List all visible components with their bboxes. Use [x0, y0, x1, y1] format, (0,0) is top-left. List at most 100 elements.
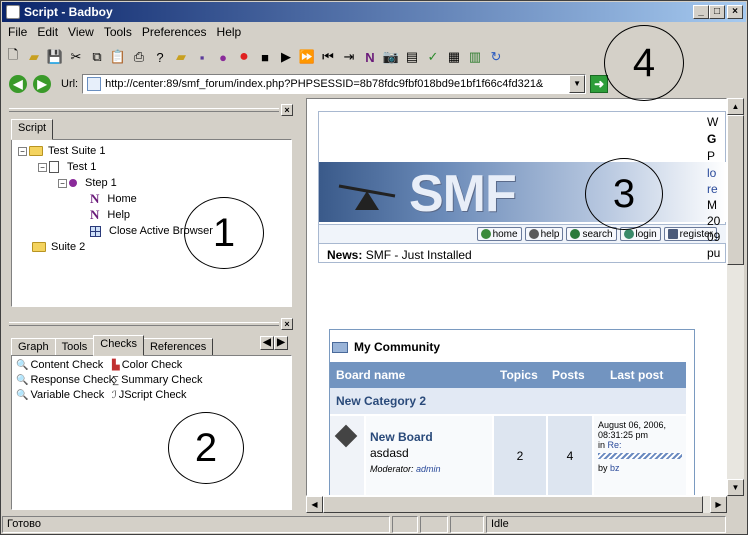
play-all-icon[interactable]: ⏩ [297, 46, 317, 68]
save-icon[interactable]: 💾 [45, 46, 65, 68]
form-icon[interactable]: ▤ [402, 46, 422, 68]
stop-icon[interactable]: ■ [255, 46, 275, 68]
tab-checks[interactable]: Checks [93, 335, 144, 356]
col-board-name: Board name [336, 368, 406, 382]
tab-graph[interactable]: Graph [11, 338, 56, 356]
graph-icon[interactable]: ▥ [465, 46, 485, 68]
tab-scroll-left-icon[interactable]: ◀ [260, 336, 274, 350]
tree-suite-1[interactable]: − Test Suite 1 [18, 143, 105, 159]
tree-test-1[interactable]: − Test 1 [38, 159, 96, 175]
right-col-link[interactable]: lo [707, 166, 716, 180]
scroll-thumb[interactable] [323, 496, 703, 513]
search-link-label: search [582, 228, 613, 240]
scroll-up-icon[interactable]: ▲ [727, 98, 744, 115]
status-cell [420, 516, 448, 533]
help-link[interactable]: help [524, 227, 564, 241]
script-panel-close-icon[interactable]: × [281, 104, 293, 116]
home-icon [480, 229, 491, 239]
go-button[interactable]: ➜ [590, 75, 609, 93]
smf-header: SMF home help search login register News… [318, 111, 726, 263]
close-button[interactable]: × [727, 5, 743, 19]
tree-step-1[interactable]: − Step 1 [58, 175, 117, 191]
menu-file[interactable]: File [3, 25, 32, 39]
checks-list: 🔍 Content Check ▙ Color Check 🔍 Response Ch… [11, 355, 292, 510]
summary-icon: ∑ [112, 374, 120, 386]
add-folder-icon[interactable]: ▰ [171, 46, 191, 68]
tab-references[interactable]: References [142, 338, 214, 356]
page-icon [87, 77, 102, 91]
navigation-icon[interactable]: N [360, 46, 380, 68]
copy-icon[interactable]: ⧉ [87, 46, 107, 68]
menu-edit[interactable]: Edit [32, 25, 63, 39]
cut-icon[interactable]: ✂ [66, 46, 86, 68]
board-name-link[interactable]: New Board [370, 430, 433, 444]
last-post-author[interactable]: bz [610, 463, 620, 473]
board-description: asdasd [370, 446, 409, 460]
check-icon[interactable]: ✓ [423, 46, 443, 68]
record-icon[interactable]: ● [234, 46, 254, 68]
magnifier-icon: 🔍 [16, 359, 29, 371]
scroll-right-icon[interactable]: ▶ [710, 496, 727, 513]
open-icon[interactable]: ▰ [24, 46, 44, 68]
category-row[interactable]: New Category 2 [330, 388, 686, 414]
callout-3: 3 [585, 158, 663, 230]
back-icon[interactable]: ◀ [9, 75, 27, 93]
color-check-item[interactable]: ▙ Color Check [112, 359, 182, 371]
menu-preferences[interactable]: Preferences [137, 25, 212, 39]
summary-check-item[interactable]: ∑ Summary Check [112, 374, 202, 386]
last-post-link[interactable]: Re: [608, 440, 622, 450]
forward-icon[interactable]: ▶ [33, 75, 51, 93]
variable-check-item[interactable]: 🔍 Variable Check [16, 389, 104, 401]
jscript-check-item[interactable]: ℐ JScript Check [112, 389, 187, 401]
tree-home[interactable]: N Home [90, 191, 137, 207]
url-input[interactable]: http://center:89/smf_forum/index.php?PHP… [82, 74, 587, 94]
step-forward-icon[interactable]: ⇥ [339, 46, 359, 68]
panel-grip[interactable] [9, 322, 279, 326]
panel-grip[interactable] [9, 108, 279, 112]
last-post-time: 08:31:25 pm [598, 430, 649, 440]
folder-icon [332, 341, 348, 353]
rewind-icon[interactable]: ⏮ [318, 46, 338, 68]
screenshot-icon[interactable]: 📷 [381, 46, 401, 68]
help-icon[interactable]: ? [150, 46, 170, 68]
summary-check-label: Summary Check [121, 374, 203, 386]
collapse-icon[interactable]: − [18, 146, 27, 156]
menu-view[interactable]: View [63, 25, 99, 39]
tree-help[interactable]: N Help [90, 207, 130, 223]
minimize-button[interactable]: _ [693, 5, 709, 19]
moderator-link[interactable]: admin [416, 464, 441, 474]
menu-tools[interactable]: Tools [99, 25, 137, 39]
scroll-thumb[interactable] [727, 115, 744, 265]
paste-icon[interactable]: 📋 [108, 46, 128, 68]
add-item-icon[interactable]: ▪ [192, 46, 212, 68]
tab-script[interactable]: Script [11, 119, 54, 140]
search-link[interactable]: search [566, 227, 617, 241]
news-line: News: SMF - Just Installed [327, 248, 472, 262]
tab-tools[interactable]: Tools [54, 338, 95, 356]
scroll-down-icon[interactable]: ▼ [727, 479, 744, 496]
scroll-left-icon[interactable]: ◀ [306, 496, 323, 513]
splitter[interactable] [297, 98, 305, 513]
add-step-icon[interactable]: ● [213, 46, 233, 68]
home-link[interactable]: home [476, 227, 522, 241]
community-label: My Community [354, 340, 441, 354]
collapse-icon[interactable]: − [38, 162, 47, 172]
tree-suite-2[interactable]: Suite 2 [32, 239, 85, 255]
tools-panel-close-icon[interactable]: × [281, 318, 293, 330]
chevron-down-icon[interactable]: ▼ [569, 75, 586, 93]
tab-scroll-right-icon[interactable]: ▶ [274, 336, 288, 350]
content-check-item[interactable]: 🔍 Content Check [16, 359, 103, 371]
table-icon[interactable]: ▦ [444, 46, 464, 68]
refresh-icon[interactable]: ↻ [486, 46, 506, 68]
print-icon[interactable]: ⎙ [129, 46, 149, 68]
horizontal-scrollbar[interactable]: ◀ ▶ [306, 496, 727, 513]
maximize-button[interactable]: □ [709, 5, 725, 19]
menu-help[interactable]: Help [212, 25, 247, 39]
browser-view[interactable]: SMF home help search login register News… [306, 98, 727, 496]
response-check-item[interactable]: 🔍 Response Check [16, 374, 114, 386]
collapse-icon[interactable]: − [58, 178, 67, 188]
new-icon[interactable]: 🗋 [3, 46, 23, 68]
play-icon[interactable]: ▶ [276, 46, 296, 68]
right-col-link[interactable]: re [707, 182, 718, 196]
vertical-scrollbar[interactable]: ▲ ▼ [727, 98, 744, 496]
